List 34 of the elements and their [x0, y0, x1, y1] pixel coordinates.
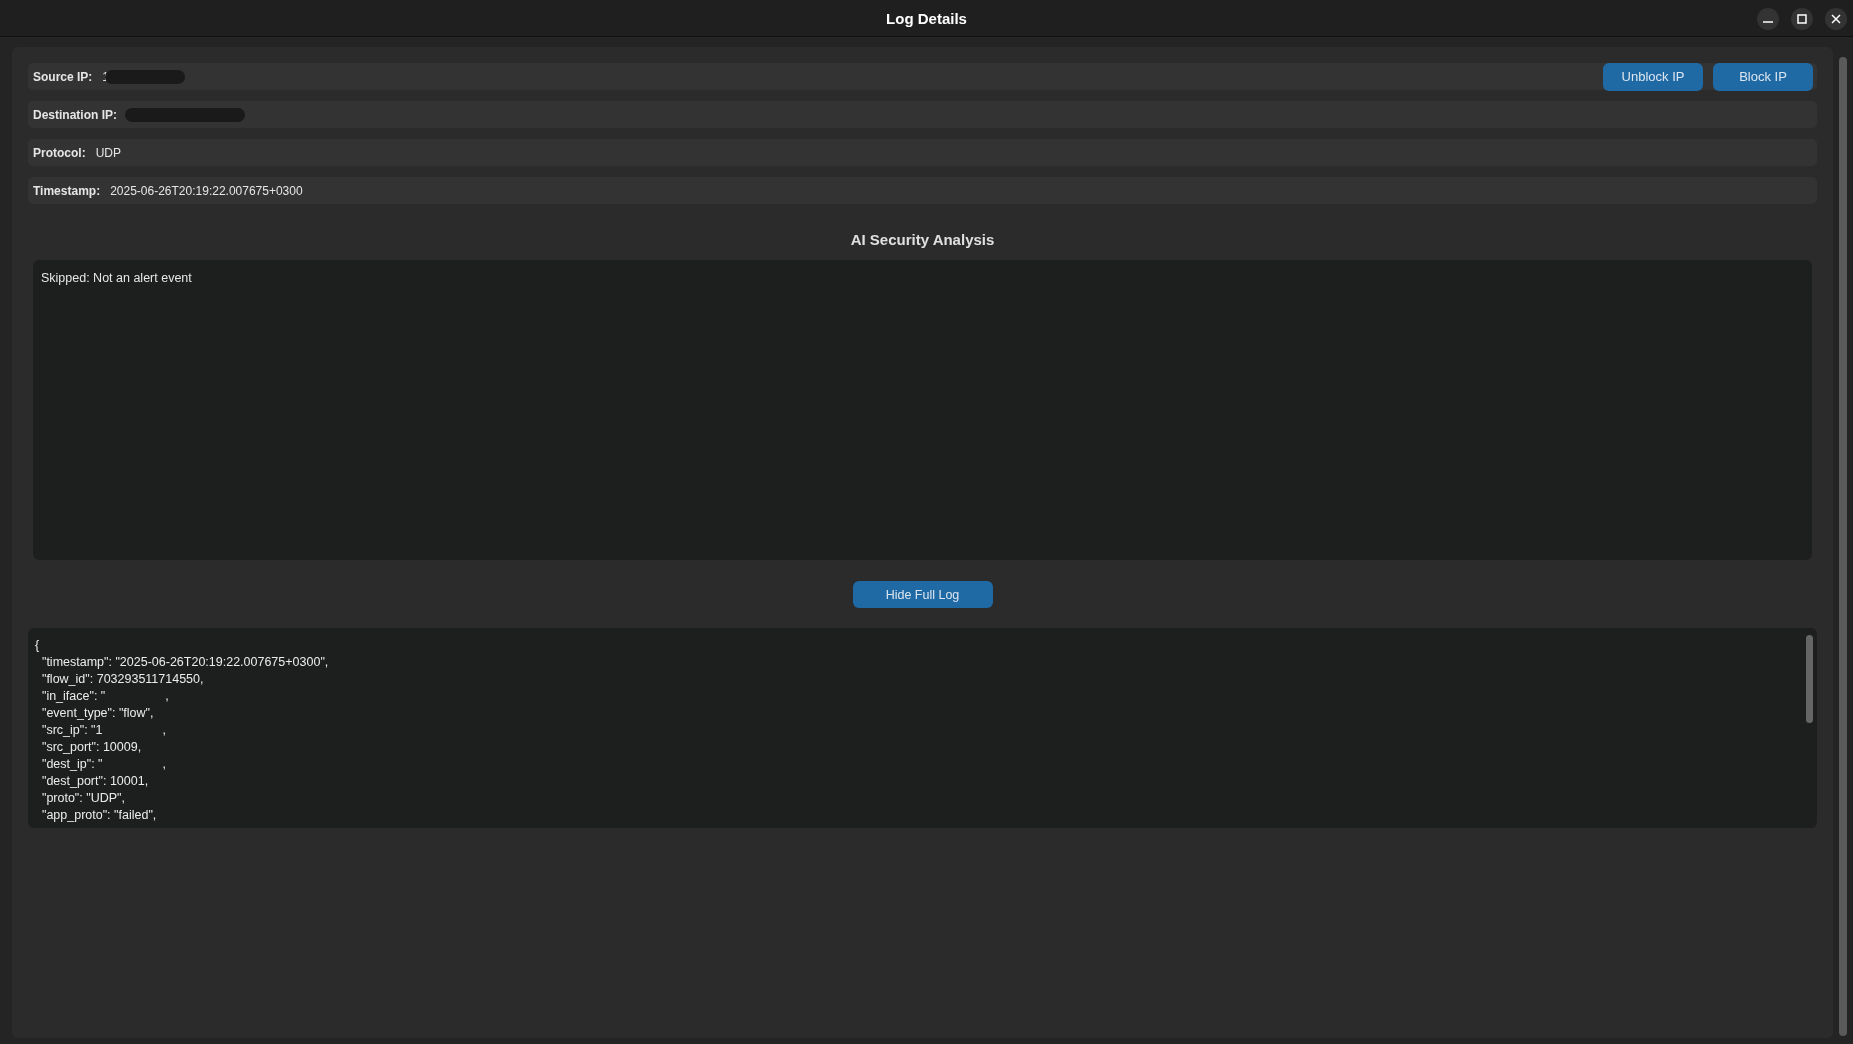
action-button[interactable]: Block IP — [1713, 62, 1813, 91]
log-line: { — [35, 637, 40, 652]
hide-log-button[interactable]: Hide Full Log — [852, 581, 993, 608]
scrollbar[interactable] — [1839, 57, 1847, 1036]
log-line: "dest_port": 10001, — [40, 773, 149, 788]
log-line: "dest_ip": " — [40, 756, 103, 771]
close-button[interactable] — [1825, 8, 1847, 30]
log-line: "timestamp": "2025-06-26T20:19:22.007675+0300", — [40, 654, 329, 669]
log-line: "src_port": 10009, — [40, 739, 142, 754]
field-value: 2025-06-26T20:19:22.007675+0300 — [110, 183, 303, 198]
action-button[interactable]: Unblock IP — [1603, 62, 1703, 91]
minimize-icon — [1763, 21, 1773, 23]
field-label: Protocol: — [33, 145, 86, 160]
section-heading: AI Security Analysis — [849, 231, 996, 248]
log-line: "in_iface": " — [40, 688, 106, 703]
window-title: Log Details — [886, 9, 967, 27]
log-punctuation: , — [162, 722, 166, 737]
log-line: "flow_id": 703293511714550, — [40, 671, 204, 686]
log-punctuation: , — [165, 688, 169, 703]
log-line: "app_proto": "failed", — [40, 807, 157, 822]
log-line: "src_ip": "1 — [40, 722, 103, 737]
log-line: "event_type": "flow", — [40, 705, 154, 720]
analysis-text: Skipped: Not an alert event — [41, 271, 192, 285]
close-icon — [1830, 13, 1842, 25]
field-value: UDP — [95, 145, 121, 160]
minimize-button[interactable] — [1757, 8, 1779, 30]
log-line: "proto": "UDP", — [40, 790, 125, 805]
field-label: Timestamp: — [33, 183, 101, 198]
scrollbar-thumb[interactable] — [1806, 635, 1813, 723]
field-label: Destination IP: — [33, 107, 117, 122]
maximize-icon — [1796, 13, 1808, 25]
log-punctuation: , — [162, 756, 166, 771]
field-label: Source IP: — [33, 69, 93, 84]
maximize-button[interactable] — [1791, 8, 1813, 30]
